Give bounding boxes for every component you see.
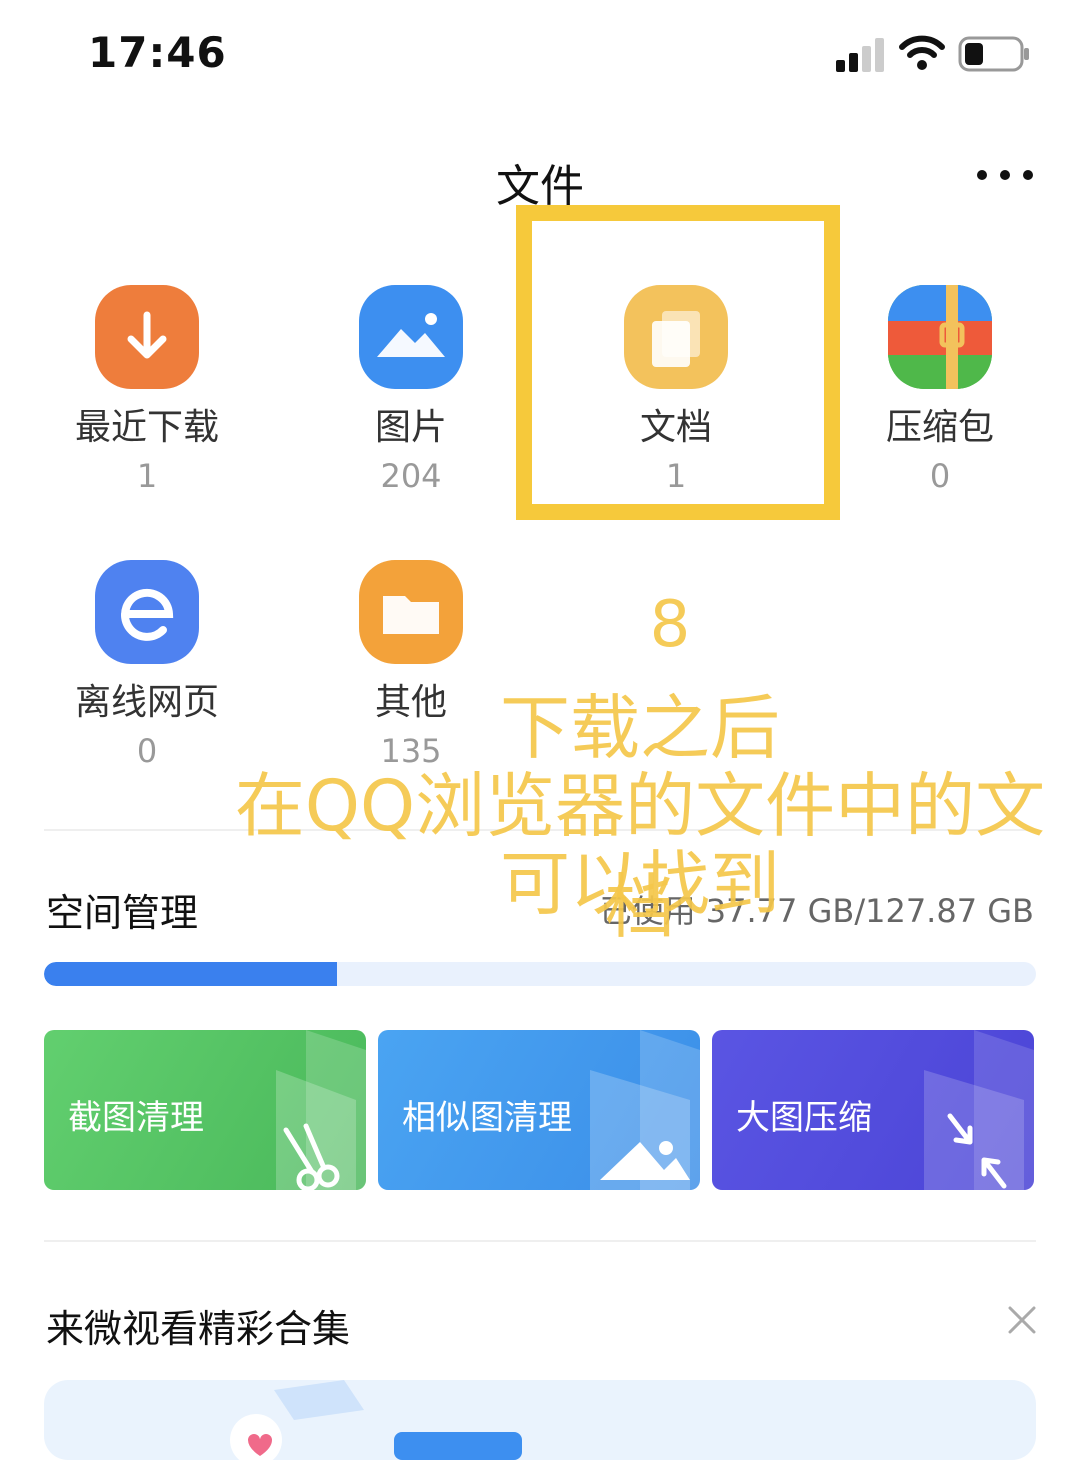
cell-signal-icon — [836, 38, 884, 72]
compress-arrows-icon — [924, 1030, 1034, 1190]
image-icon — [359, 285, 463, 389]
category-label: 图片 — [374, 407, 447, 448]
battery-icon — [958, 36, 1029, 72]
image-stack-icon — [590, 1030, 700, 1190]
storage-title: 空间管理 — [46, 891, 199, 935]
category-images[interactable]: 图片 204 — [279, 285, 543, 495]
folder-icon — [359, 560, 463, 664]
feed-banner[interactable] — [44, 1380, 1036, 1460]
card-label: 大图压缩 — [736, 1098, 872, 1138]
archive-icon — [888, 285, 992, 389]
category-count: 204 — [380, 457, 442, 495]
more-options-icon[interactable] — [970, 150, 1040, 200]
category-label: 离线网页 — [74, 682, 219, 723]
status-time: 17:46 — [88, 28, 227, 77]
category-offline-pages[interactable]: 离线网页 0 — [15, 560, 279, 770]
large-image-compress-card[interactable]: 大图压缩 — [712, 1030, 1034, 1190]
annotation-line-3: 可以找到 — [500, 843, 780, 925]
card-label: 截图清理 — [68, 1098, 204, 1138]
annotation-step-number: 8 — [649, 588, 691, 662]
scissors-icon — [276, 1030, 366, 1190]
category-label: 最近下载 — [74, 407, 219, 448]
category-recent-downloads[interactable]: 最近下载 1 — [15, 285, 279, 495]
highlight-box — [516, 205, 840, 520]
wifi-icon — [899, 35, 945, 70]
category-count: 1 — [136, 457, 158, 495]
storage-progress-bar — [44, 962, 1036, 986]
download-icon — [95, 285, 199, 389]
browser-e-icon — [95, 560, 199, 664]
divider — [44, 1240, 1036, 1242]
similar-image-cleanup-card[interactable]: 相似图清理 — [378, 1030, 700, 1190]
card-label: 相似图清理 — [402, 1098, 572, 1138]
close-icon[interactable] — [1002, 1300, 1042, 1340]
category-label: 压缩包 — [885, 407, 994, 448]
feed-section-title: 来微视看精彩合集 — [46, 1307, 351, 1351]
category-archives[interactable]: 压缩包 0 — [808, 285, 1072, 495]
category-count: 0 — [929, 457, 951, 495]
storage-progress-fill — [44, 962, 337, 986]
screenshot-cleanup-card[interactable]: 截图清理 — [44, 1030, 366, 1190]
